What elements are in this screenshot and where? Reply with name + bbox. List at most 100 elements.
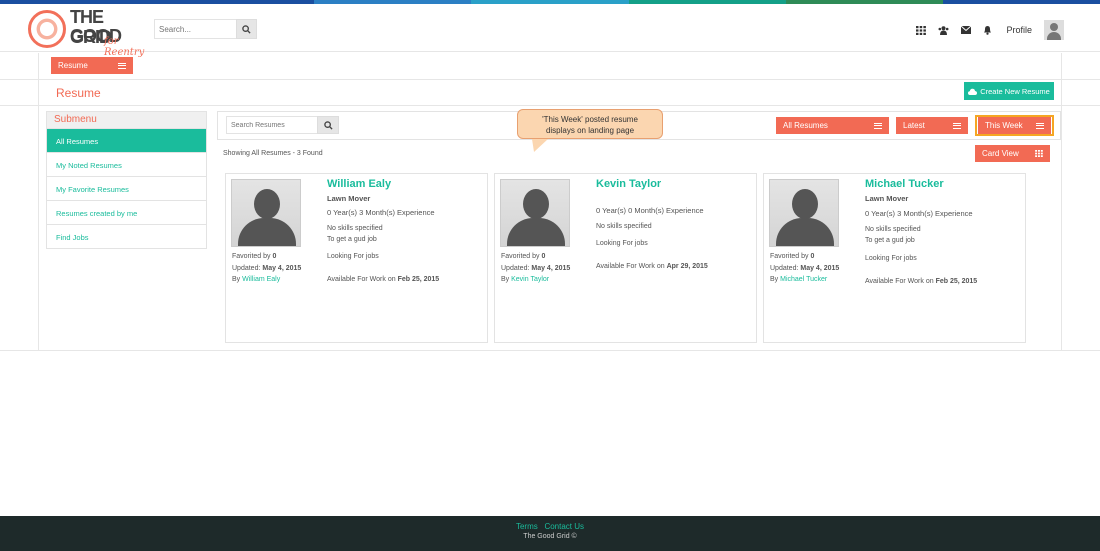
resume-menu-button[interactable]: Resume: [51, 57, 133, 74]
favorited-count: 0: [541, 253, 546, 260]
silhouette-body: [507, 218, 565, 246]
silhouette-body: [776, 218, 834, 246]
silhouette-head: [254, 189, 280, 219]
looking-for: Looking For jobs: [865, 255, 917, 262]
page-title: Resume: [56, 86, 101, 100]
available-date: Apr 29, 2015: [666, 263, 708, 270]
by-label: By: [770, 276, 779, 283]
profile-link[interactable]: Profile: [1006, 25, 1032, 35]
footer: Terms Contact Us The Good Grid ©: [0, 516, 1100, 551]
by-row: By Kevin Taylor: [501, 274, 570, 286]
global-search-button[interactable]: [236, 19, 257, 39]
header-icons: Profile: [916, 20, 1064, 40]
divider: [38, 106, 39, 351]
callout-tooltip: 'This Week' posted resume displays on la…: [517, 109, 663, 152]
filter-all-resumes[interactable]: All Resumes: [776, 117, 889, 134]
global-search-input[interactable]: [154, 19, 236, 39]
available-date: Feb 25, 2015: [397, 276, 440, 283]
job-title: Lawn Mover: [327, 194, 371, 203]
resume-card[interactable]: Favorited by 0 Updated: May 4, 2015 By M…: [763, 173, 1026, 343]
filter-label: This Week: [985, 121, 1023, 130]
resume-card[interactable]: Favorited by 0 Updated: May 4, 2015 By K…: [494, 173, 757, 343]
hamburger-icon: [118, 62, 126, 69]
filter-this-week[interactable]: This Week: [978, 117, 1051, 134]
callout-line1: 'This Week' posted resume: [542, 115, 638, 124]
silhouette-body: [238, 218, 296, 246]
resume-menu-label: Resume: [58, 61, 88, 70]
by-row: By William Ealy: [232, 274, 301, 286]
resume-card[interactable]: Favorited by 0 Updated: May 4, 2015 By W…: [225, 173, 488, 343]
submenu-item-created-by-me[interactable]: Resumes created by me: [47, 200, 206, 224]
callout-line2: displays on landing page: [545, 126, 635, 135]
favorited-row: Favorited by 0: [232, 251, 301, 263]
experience: 0 Year(s) 0 Month(s) Experience: [596, 206, 704, 215]
experience: 0 Year(s) 3 Month(s) Experience: [865, 209, 973, 218]
filter-label: All Resumes: [783, 121, 828, 130]
updated-date: May 4, 2015: [262, 264, 302, 272]
grid-icon[interactable]: [916, 25, 927, 35]
terms-link[interactable]: Terms: [516, 522, 538, 531]
submenu-item-favorite-resumes[interactable]: My Favorite Resumes: [47, 176, 206, 200]
search-icon: [242, 24, 251, 34]
silhouette-head: [792, 189, 818, 219]
looking-for: Looking For jobs: [596, 240, 648, 247]
by-label: By: [501, 276, 510, 283]
submenu-title: Submenu: [47, 112, 206, 128]
submenu-item-find-jobs[interactable]: Find Jobs: [47, 224, 206, 248]
card-view-button[interactable]: Card View: [975, 145, 1050, 162]
favorited-label: Favorited by: [501, 253, 540, 260]
callout-tail: [532, 139, 548, 152]
resume-search-button[interactable]: [317, 116, 339, 134]
card-meta: Favorited by 0 Updated: May 4, 2015 By W…: [232, 251, 301, 286]
resume-search: [226, 116, 339, 134]
global-search: [154, 19, 257, 39]
submenu-item-all-resumes[interactable]: All Resumes: [47, 128, 206, 152]
author-link[interactable]: Kevin Taylor: [511, 276, 549, 283]
divider: [38, 53, 39, 80]
resume-search-input[interactable]: [226, 116, 317, 134]
experience: 0 Year(s) 3 Month(s) Experience: [327, 208, 435, 217]
create-resume-button[interactable]: Create New Resume: [964, 82, 1054, 100]
avatar[interactable]: [1044, 20, 1064, 40]
favorited-count: 0: [810, 253, 815, 260]
objective: To get a gud job: [327, 236, 377, 243]
bell-icon[interactable]: [983, 25, 992, 35]
available-label: Available For Work on: [596, 263, 665, 270]
candidate-name[interactable]: Michael Tucker: [865, 178, 944, 190]
grid-icon: [1035, 150, 1043, 157]
author-link[interactable]: Michael Tucker: [780, 276, 827, 283]
copyright: The Good Grid ©: [523, 533, 577, 540]
logo[interactable]: THE GOOD GRID for Reentry: [28, 8, 153, 58]
create-resume-label: Create New Resume: [980, 86, 1050, 96]
submenu-item-noted-resumes[interactable]: My Noted Resumes: [47, 152, 206, 176]
footer-links: Terms Contact Us: [0, 516, 1100, 531]
divider: [1061, 80, 1062, 106]
candidate-name[interactable]: William Ealy: [327, 178, 391, 190]
mail-icon[interactable]: [961, 26, 972, 34]
filter-latest[interactable]: Latest: [896, 117, 968, 134]
updated-row: Updated: May 4, 2015: [501, 263, 570, 275]
users-icon[interactable]: [938, 25, 949, 35]
candidate-name[interactable]: Kevin Taylor: [596, 178, 661, 190]
hamburger-icon: [953, 122, 961, 129]
silhouette-head: [523, 189, 549, 219]
availability: Available For Work on Feb 25, 2015: [865, 278, 977, 285]
submenu-panel: Submenu All Resumes My Noted Resumes My …: [46, 111, 207, 249]
resume-menu-bar: Resume: [0, 53, 1100, 80]
updated-label: Updated:: [501, 264, 530, 272]
contact-link[interactable]: Contact Us: [544, 522, 584, 531]
divider: [1061, 106, 1062, 351]
skills: No skills specified: [865, 226, 921, 233]
profile-photo-placeholder[interactable]: [769, 179, 839, 247]
card-meta: Favorited by 0 Updated: May 4, 2015 By M…: [770, 251, 839, 286]
updated-row: Updated: May 4, 2015: [232, 263, 301, 275]
profile-photo-placeholder[interactable]: [231, 179, 301, 247]
skills: No skills specified: [327, 225, 383, 232]
divider: [38, 80, 39, 106]
flower-logo-icon: [28, 10, 66, 48]
favorited-row: Favorited by 0: [501, 251, 570, 263]
job-title: Lawn Mover: [865, 194, 909, 203]
author-link[interactable]: William Ealy: [242, 276, 280, 283]
profile-photo-placeholder[interactable]: [500, 179, 570, 247]
by-row: By Michael Tucker: [770, 274, 839, 286]
